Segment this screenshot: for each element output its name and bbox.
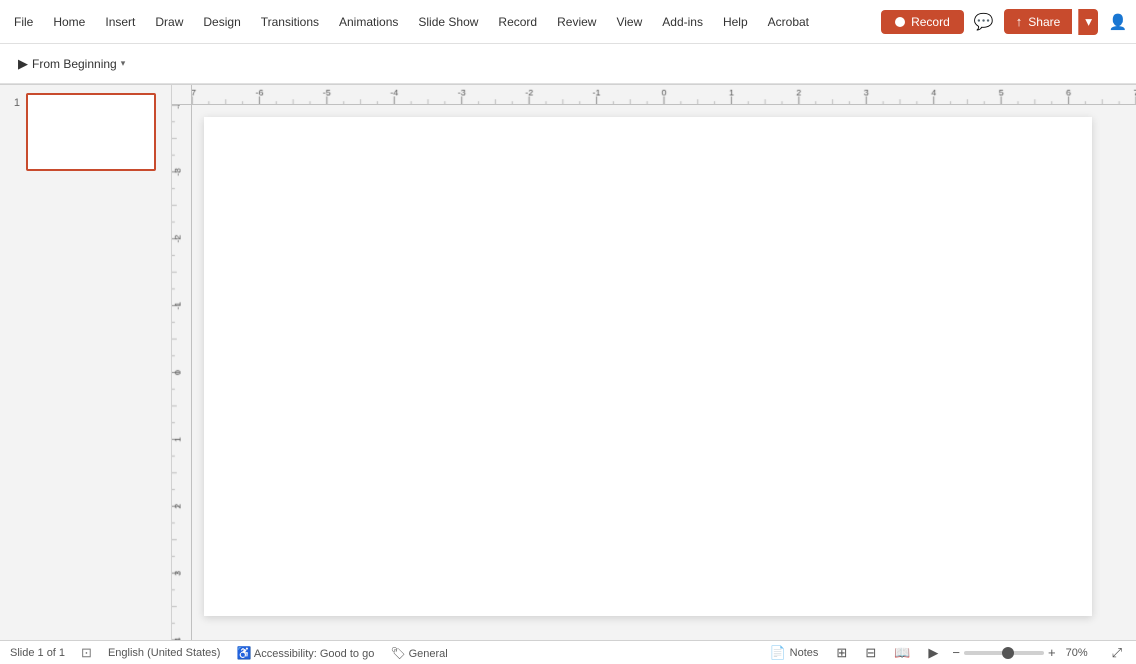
menu-view[interactable]: View xyxy=(606,9,652,35)
reading-view-icon: 📖 xyxy=(894,645,910,661)
zoom-in-icon[interactable]: + xyxy=(1048,645,1056,660)
zoom-slider[interactable]: − + xyxy=(952,645,1055,660)
menu-record[interactable]: Record xyxy=(488,9,547,35)
general-label: 🏷 General xyxy=(390,646,447,660)
menu-acrobat[interactable]: Acrobat xyxy=(758,9,819,35)
slide-sorter-button[interactable]: ⊟ xyxy=(861,643,880,663)
language-label: English (United States) xyxy=(108,647,221,659)
menu-home[interactable]: Home xyxy=(43,9,95,35)
slide-show-icon: ⊡ xyxy=(81,645,92,661)
accessibility-icon: ♿ xyxy=(236,646,251,660)
zoom-track[interactable] xyxy=(964,651,1044,655)
chevron-down-icon: ▾ xyxy=(1085,14,1092,30)
status-bar: Slide 1 of 1 ⊡ English (United States) ♿… xyxy=(0,640,1136,664)
record-button[interactable]: Record xyxy=(881,10,964,34)
slide-number: 1 xyxy=(6,97,20,109)
play-icon: ▶ xyxy=(18,56,28,72)
horizontal-ruler xyxy=(192,85,1136,105)
slide-sorter-icon: ⊟ xyxy=(865,645,876,661)
menu-animations[interactable]: Animations xyxy=(329,9,408,35)
menu-transitions[interactable]: Transitions xyxy=(251,9,329,35)
presenter-icon-btn[interactable]: 👤 xyxy=(1104,8,1132,36)
slide-item: 1 xyxy=(6,93,165,171)
zoom-out-icon[interactable]: − xyxy=(952,645,960,660)
share-dropdown-arrow[interactable]: ▾ xyxy=(1078,9,1098,35)
vertical-ruler xyxy=(172,105,192,640)
menu-insert[interactable]: Insert xyxy=(95,9,145,35)
vertical-ruler-canvas xyxy=(172,105,191,640)
notes-icon: 📄 xyxy=(769,645,785,661)
horizontal-ruler-canvas xyxy=(192,85,1136,104)
fit-slide-button[interactable]: ⤢ xyxy=(1108,643,1126,663)
share-button-label: Share xyxy=(1028,15,1060,29)
ruler-corner xyxy=(172,85,192,105)
menu-design[interactable]: Design xyxy=(193,9,250,35)
tag-icon: 🏷 xyxy=(390,646,405,660)
slide-canvas-area[interactable] xyxy=(192,105,1136,640)
zoom-thumb[interactable] xyxy=(1002,647,1014,659)
share-button[interactable]: ↑ Share xyxy=(1004,9,1073,34)
right-toolbar: Record 💬 ↑ Share ▾ 👤 xyxy=(881,8,1132,36)
record-button-label: Record xyxy=(911,15,950,29)
slide-info: Slide 1 of 1 xyxy=(10,647,65,659)
normal-view-button[interactable]: ⊞ xyxy=(832,643,851,663)
zoom-percent[interactable]: 70% xyxy=(1066,647,1098,659)
normal-view-icon: ⊞ xyxy=(836,645,847,661)
main-area: 1 xyxy=(0,85,1136,640)
editor-area xyxy=(172,85,1136,640)
menu-help[interactable]: Help xyxy=(713,9,758,35)
notes-button[interactable]: 📄 Notes xyxy=(765,643,822,663)
slide-editor-row xyxy=(172,105,1136,640)
menu-file[interactable]: File xyxy=(4,9,43,35)
menu-review[interactable]: Review xyxy=(547,9,606,35)
from-beginning-button[interactable]: ▶ From Beginning ▾ xyxy=(8,51,135,77)
chevron-down-icon: ▾ xyxy=(121,58,126,69)
accessibility-label: ♿ Accessibility: Good to go xyxy=(236,646,374,660)
toolbar: ▶ From Beginning ▾ xyxy=(0,44,1136,84)
notes-label: Notes xyxy=(790,647,819,659)
reading-view-button[interactable]: 📖 xyxy=(890,643,914,663)
status-right: 📄 Notes ⊞ ⊟ 📖 ▶ − + 70% ⤢ xyxy=(765,643,1126,663)
slide-show-status-button[interactable]: ▶ xyxy=(924,643,942,663)
menu-bar: File Home Insert Draw Design Transitions… xyxy=(0,0,1136,44)
menu-draw[interactable]: Draw xyxy=(145,9,193,35)
comments-icon-btn[interactable]: 💬 xyxy=(970,8,998,36)
horizontal-ruler-row xyxy=(172,85,1136,105)
share-icon: ↑ xyxy=(1016,14,1023,29)
from-beginning-label: From Beginning xyxy=(32,57,117,71)
slide-canvas[interactable] xyxy=(204,117,1092,616)
slide-thumbnail[interactable] xyxy=(26,93,156,171)
menu-addins[interactable]: Add-ins xyxy=(652,9,713,35)
menu-slideshow[interactable]: Slide Show xyxy=(408,9,488,35)
slide-show-status-icon: ▶ xyxy=(928,645,938,661)
record-dot-icon xyxy=(895,17,905,27)
slide-panel: 1 xyxy=(0,85,172,640)
fit-slide-icon: ⤢ xyxy=(1112,645,1122,661)
